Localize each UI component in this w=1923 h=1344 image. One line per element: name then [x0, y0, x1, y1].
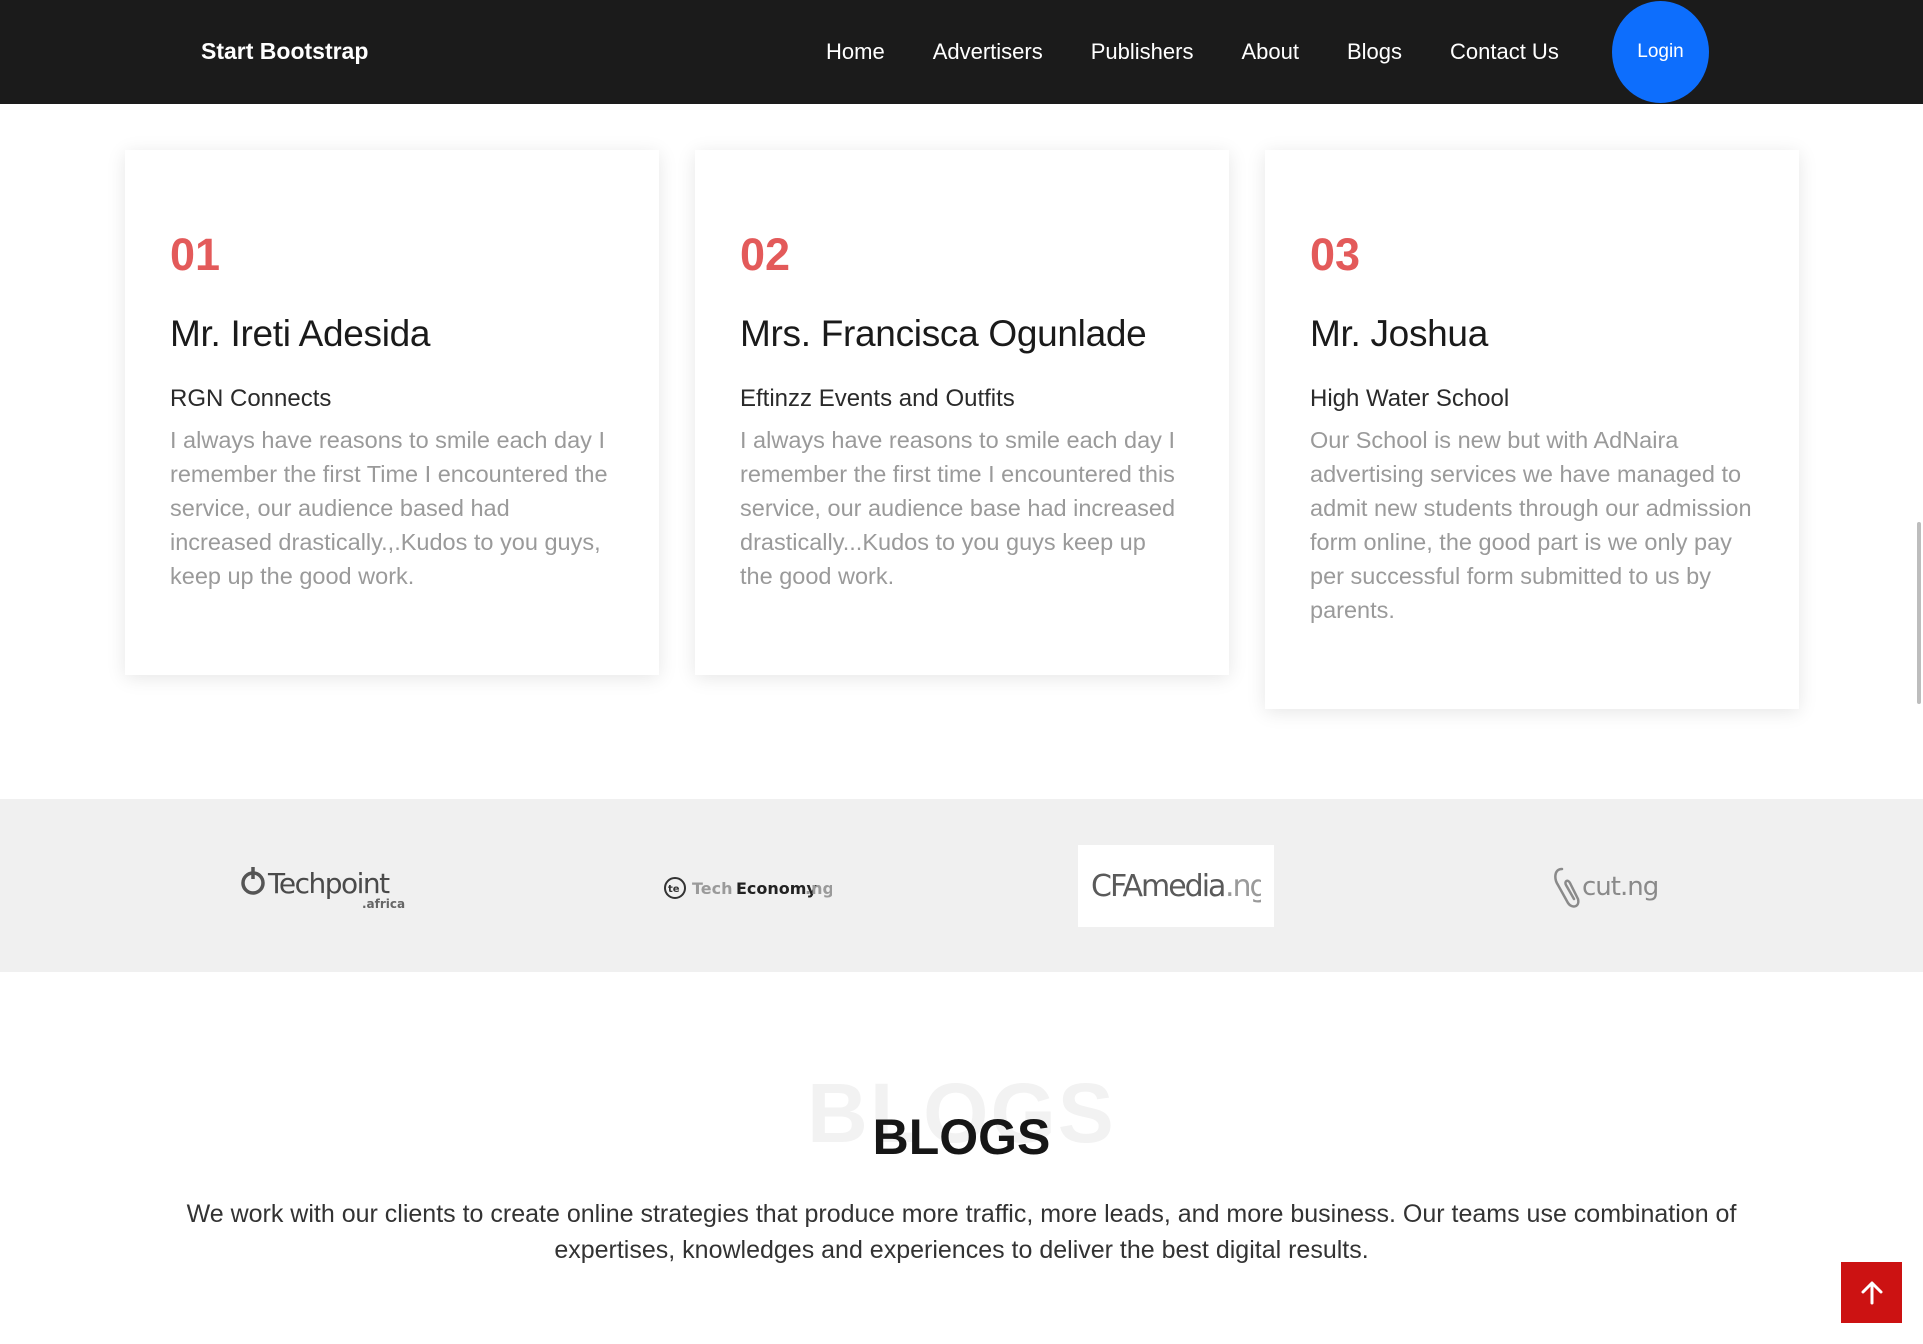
techpoint-suffix: .africa: [362, 897, 405, 911]
testimonial-card-3: 03 Mr. Joshua High Water School Our Scho…: [1265, 150, 1799, 709]
nav-blogs[interactable]: Blogs: [1347, 39, 1402, 65]
card-testimonial-text: Our School is new but with AdNaira adver…: [1310, 426, 1752, 623]
nav-contact-us[interactable]: Contact Us: [1450, 39, 1559, 65]
card-company: RGN Connects: [170, 384, 332, 412]
navbar: Start Bootstrap Home Advertisers Publish…: [0, 0, 1923, 104]
techeconomy-logo[interactable]: te Tech Economy .ng: [662, 873, 832, 903]
nav-home[interactable]: Home: [826, 39, 885, 65]
nav-links: Home Advertisers Publishers About Blogs …: [826, 0, 1607, 104]
card-testimonial-text: I always have reasons to smile each day …: [170, 426, 608, 589]
login-button[interactable]: Login: [1612, 1, 1709, 103]
brand-link[interactable]: Start Bootstrap: [201, 38, 368, 65]
blogs-title: BLOGS: [872, 1109, 1051, 1165]
card-person-name: Mr. Ireti Adesida: [170, 313, 431, 354]
cfamedia-suffix: .ng: [1225, 869, 1261, 904]
nav-publishers[interactable]: Publishers: [1091, 39, 1194, 65]
cfamedia-name: CFAmedia: [1091, 869, 1224, 904]
card-person-name: Mrs. Francisca Ogunlade: [740, 313, 1147, 354]
techeconomy-icon: te Tech Economy .ng: [664, 877, 832, 899]
techpoint-power-icon: Techpoint .africa: [241, 867, 405, 911]
card-person-name: Mr. Joshua: [1310, 313, 1488, 354]
nav-about[interactable]: About: [1241, 39, 1299, 65]
cfamedia-wordmark: CFAmedia .ng: [1091, 869, 1261, 904]
testimonial-card-1: 01 Mr. Ireti Adesida RGN Connects I alwa…: [125, 150, 659, 675]
card-company: High Water School: [1310, 384, 1510, 412]
scroll-to-top-button[interactable]: [1841, 1262, 1902, 1323]
paperclip-icon: cut.ng: [1554, 867, 1658, 908]
arrow-up-icon: [1861, 1281, 1882, 1304]
techeconomy-suffix: .ng: [805, 879, 832, 898]
techpoint-logo[interactable]: Techpoint .africa: [240, 865, 405, 911]
cfamedia-logo[interactable]: CFAmedia .ng: [1078, 845, 1274, 927]
card-number: 01: [170, 229, 221, 280]
techeconomy-prefix: Tech: [692, 879, 733, 898]
card-number: 03: [1310, 229, 1361, 280]
card-number: 02: [740, 229, 791, 280]
nav-advertisers[interactable]: Advertisers: [933, 39, 1043, 65]
scrollbar-thumb[interactable]: [1917, 522, 1921, 704]
techpoint-name: Techpoint: [267, 867, 390, 900]
cutng-name: cut.ng: [1582, 872, 1658, 902]
testimonial-card-2: 02 Mrs. Francisca Ogunlade Eftinzz Event…: [695, 150, 1229, 675]
card-company: Eftinzz Events and Outfits: [740, 384, 1015, 412]
cutng-logo[interactable]: cut.ng: [1550, 865, 1658, 911]
svg-text:te: te: [668, 884, 680, 895]
partner-logos-strip: Techpoint .africa te Tech Economy .ng CF…: [0, 799, 1923, 972]
blogs-description: We work with our clients to create onlin…: [186, 1200, 1737, 1264]
card-testimonial-text: I always have reasons to smile each day …: [740, 426, 1176, 589]
